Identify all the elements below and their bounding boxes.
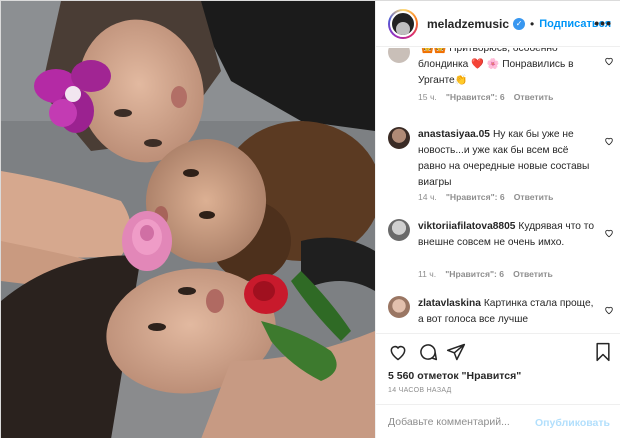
comment-avatar[interactable] (388, 48, 410, 63)
comment-time[interactable]: 15 ч. (418, 92, 437, 102)
comment-like-icon[interactable] (604, 55, 614, 69)
comment-likes[interactable]: "Нравится": 6 (446, 92, 505, 102)
author-username[interactable]: meladzemusic (427, 17, 509, 31)
comment-like-icon[interactable] (604, 304, 614, 318)
post-photo[interactable] (1, 1, 375, 438)
comment-body: anastasiyaa.05 Ну как бы уже не новость..… (418, 127, 596, 191)
photo-illustration (1, 1, 375, 438)
post-actions: 5 560 отметок "Нравится" 14 ЧАСОВ НАЗАД … (376, 333, 620, 438)
comment-reply-button[interactable]: Ответить (513, 269, 553, 279)
author-avatar[interactable] (388, 8, 418, 39)
comment-username[interactable]: anastasiyaa.05 (418, 129, 490, 140)
separator-dot: • (530, 16, 535, 31)
comment-meta: 14 ч. "Нравится": 6 Ответить (418, 192, 553, 202)
comment-text: 🙆🙆 Притворюсь, особенно блондинка ❤️ 🌸 П… (418, 48, 574, 86)
comment-reply-button[interactable]: Ответить (514, 192, 554, 202)
comment-meta: 15 ч. "Нравится": 6 Ответить (418, 92, 553, 102)
save-bookmark-icon[interactable] (594, 342, 612, 362)
comment-username[interactable]: viktoriiafilatova8805 (418, 221, 515, 232)
like-heart-icon[interactable] (388, 342, 408, 362)
share-paper-plane-icon[interactable] (446, 342, 466, 362)
comment-like-icon[interactable] (604, 227, 614, 241)
comment-body: 🙆🙆 Притворюсь, особенно блондинка ❤️ 🌸 П… (418, 48, 596, 89)
verified-badge-icon: ✓ (513, 17, 526, 30)
publish-button[interactable]: Опубликовать (535, 417, 610, 429)
post-header: meladzemusic ✓ • Подписаться ••• (376, 1, 620, 47)
comment-reply-button[interactable]: Ответить (514, 92, 554, 102)
post-timestamp[interactable]: 14 ЧАСОВ НАЗАД (388, 387, 452, 394)
likes-count[interactable]: 5 560 отметок "Нравится" (388, 370, 521, 382)
comment-meta: 11 ч. "Нравится": 6 Ответить (418, 269, 553, 279)
add-comment-bar: Опубликовать (376, 404, 620, 438)
action-icons (388, 342, 614, 366)
comment-avatar[interactable] (388, 127, 410, 149)
add-comment-input[interactable] (388, 416, 538, 428)
comment-avatar[interactable] (388, 219, 410, 241)
post-sidebar: meladzemusic ✓ • Подписаться ••• 🙆🙆 Прит… (375, 1, 620, 438)
comment-body: zlatavlaskina Картинка стала проще, а вот… (418, 296, 596, 328)
comment-avatar[interactable] (388, 296, 410, 318)
comments-list[interactable]: 🙆🙆 Притворюсь, особенно блондинка ❤️ 🌸 П… (376, 48, 620, 333)
more-options-icon[interactable]: ••• (594, 15, 612, 31)
comment-bubble-icon[interactable] (418, 342, 438, 362)
comment-like-icon[interactable] (604, 135, 614, 149)
comment-username[interactable]: zlatavlaskina (418, 298, 481, 309)
comment-time[interactable]: 11 ч. (418, 269, 436, 279)
pink-rose (122, 211, 172, 271)
comment-body: viktoriiafilatova8805 Кудрявая что то вне… (418, 219, 596, 251)
instagram-post: meladzemusic ✓ • Подписаться ••• 🙆🙆 Прит… (0, 0, 620, 438)
comment-time[interactable]: 14 ч. (418, 192, 437, 202)
comment-likes[interactable]: "Нравится": 6 (446, 192, 505, 202)
comment-likes[interactable]: "Нравится": 6 (445, 269, 504, 279)
